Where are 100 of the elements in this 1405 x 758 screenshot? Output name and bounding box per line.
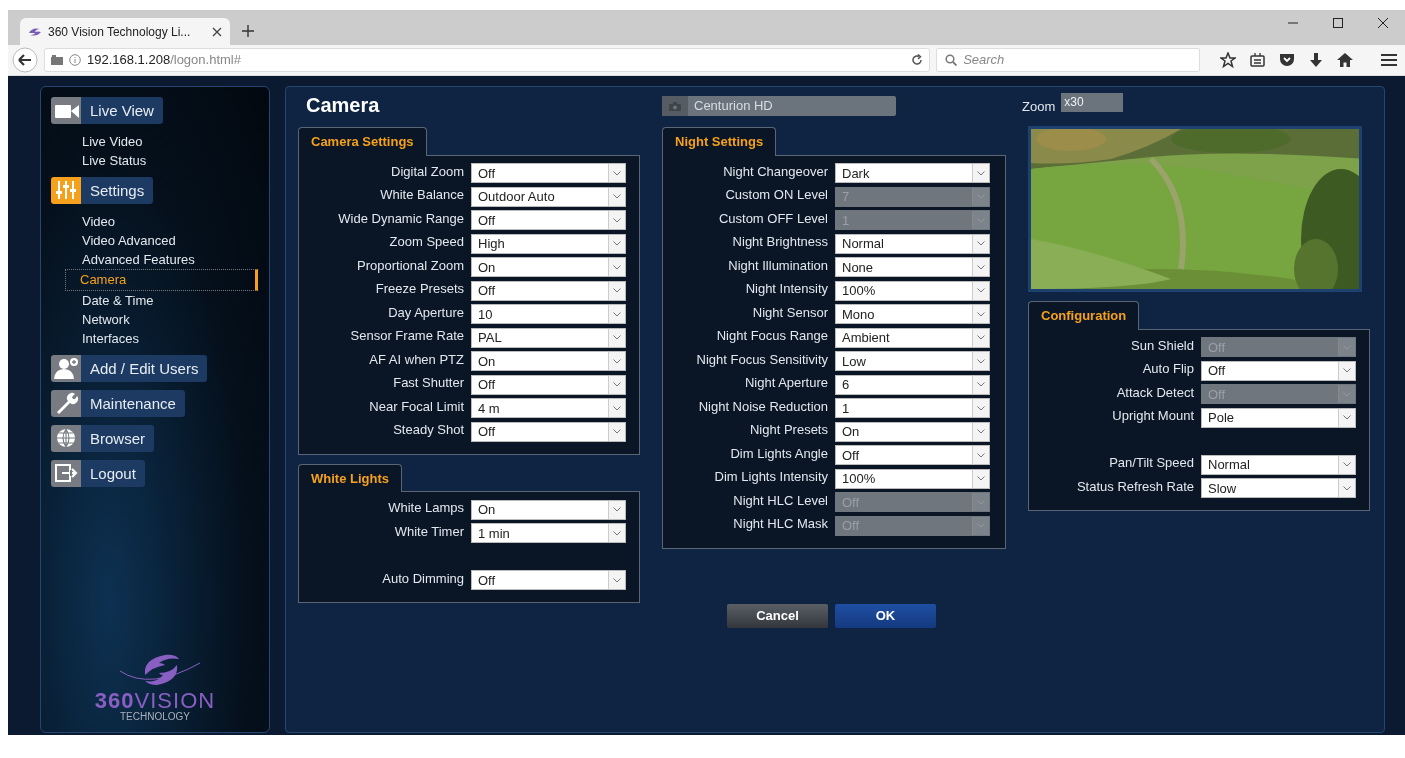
setting-label: Night Brightness	[731, 233, 829, 251]
sidebar-item[interactable]: Date & Time	[53, 290, 259, 311]
sidebar-item[interactable]: Interfaces	[53, 329, 259, 349]
reading-list-icon[interactable]	[1250, 53, 1265, 67]
dropdown[interactable]: Mono	[835, 304, 990, 325]
dropdown[interactable]: Off	[471, 280, 626, 301]
caret-icon	[977, 429, 985, 435]
back-icon[interactable]	[12, 47, 38, 73]
setting-label: Status Refresh Rate	[1075, 477, 1195, 496]
dropdown[interactable]: Off	[471, 210, 626, 231]
sidebar-item[interactable]: Advanced Features	[53, 250, 259, 270]
address-bar[interactable]: 192.168.1.208/logon.html#	[44, 48, 931, 72]
star-icon[interactable]	[1220, 52, 1236, 68]
caret-icon	[613, 335, 621, 341]
close-icon[interactable]	[1377, 18, 1388, 28]
dropdown[interactable]: Dark	[835, 163, 990, 184]
zoom-label: Zoom	[1022, 98, 1056, 116]
dropdown[interactable]: PAL	[471, 327, 626, 348]
setting-label: Dim Lights Angle	[729, 444, 829, 463]
caret-icon	[613, 288, 621, 294]
menu-button[interactable]: Add / Edit Users	[81, 354, 208, 382]
sidebar-item[interactable]: Video Advanced	[53, 230, 259, 251]
dropdown[interactable]: Off	[471, 374, 626, 395]
dropdown[interactable]: On	[835, 421, 990, 442]
dropdown[interactable]: Normal	[835, 233, 990, 254]
dropdown[interactable]: High	[471, 233, 626, 254]
browser-tab[interactable]: 360 Vision Technology Li...	[20, 18, 230, 45]
dropdown[interactable]: 10	[471, 304, 626, 325]
caret-icon	[613, 577, 621, 583]
caret-icon	[977, 476, 985, 482]
dropdown[interactable]: On	[471, 257, 626, 278]
menu-icon-tile[interactable]	[51, 354, 81, 382]
cancel-button[interactable]: Cancel	[727, 603, 828, 628]
caret-icon	[977, 217, 985, 223]
maximize-icon[interactable]	[1332, 18, 1343, 28]
dropdown[interactable]: 4 m	[471, 398, 626, 419]
menu-button[interactable]: Live View	[81, 97, 163, 124]
menu-button[interactable]: Browser	[81, 424, 154, 452]
zoom-field: x30	[1061, 93, 1124, 112]
menu-icon-tile[interactable]	[51, 424, 81, 452]
setting-label: Zoom Speed	[388, 233, 465, 251]
pocket-icon[interactable]	[1279, 53, 1295, 67]
caret-icon	[977, 523, 985, 529]
dropdown[interactable]: Outdoor Auto	[471, 186, 626, 207]
caret-icon	[1343, 415, 1351, 421]
search-field[interactable]: Search	[936, 48, 1200, 72]
page-title: Camera	[306, 93, 380, 117]
sidebar-item[interactable]: Network	[53, 310, 259, 330]
setting-label: Night Focus Range	[715, 327, 829, 345]
download-icon[interactable]	[1309, 52, 1323, 68]
dropdown[interactable]: 6	[835, 374, 990, 395]
setting-label: Attack Detect	[1115, 383, 1195, 402]
menu-button[interactable]: Settings	[81, 176, 154, 204]
setting-label: Wide Dynamic Range	[337, 209, 465, 228]
dropdown[interactable]: Off	[471, 421, 626, 442]
sidebar-item[interactable]: Live Video	[53, 132, 259, 152]
dropdown[interactable]: 1	[835, 398, 990, 419]
sidebar-item[interactable]: Live Status	[53, 151, 259, 171]
dropdown[interactable]: Normal	[1201, 454, 1356, 475]
caret-icon	[613, 530, 621, 536]
dropdown[interactable]: Low	[835, 351, 990, 372]
menu-icon-tile[interactable]	[51, 97, 81, 124]
caret-icon	[977, 452, 985, 458]
home-icon[interactable]	[1337, 53, 1353, 67]
dropdown[interactable]: Off	[471, 570, 626, 591]
page-icon	[51, 55, 63, 65]
dropdown[interactable]: Ambient	[835, 327, 990, 348]
sidebar-item[interactable]: Camera	[65, 269, 258, 291]
caret-icon	[977, 358, 985, 364]
menu-icon-tile[interactable]	[51, 176, 81, 204]
ok-button[interactable]: OK	[835, 603, 936, 628]
menu-button[interactable]: Logout	[81, 459, 145, 487]
dropdown[interactable]: Off	[835, 445, 990, 466]
setting-label: Night HLC Mask	[732, 515, 829, 533]
close-icon[interactable]	[212, 26, 222, 37]
caret-icon	[977, 335, 985, 341]
menu-icon-tile[interactable]	[51, 389, 81, 417]
dropdown[interactable]: 100%	[835, 280, 990, 301]
dropdown[interactable]: Off	[471, 163, 626, 184]
menu-button[interactable]: Maintenance	[81, 389, 185, 417]
menu-icon-tile[interactable]	[51, 459, 81, 487]
search-icon	[945, 54, 958, 66]
caret-icon	[613, 311, 621, 317]
sidebar-item[interactable]: Video	[53, 211, 259, 231]
dropdown[interactable]: 1 min	[471, 523, 626, 544]
dropdown[interactable]: Slow	[1201, 478, 1356, 499]
dropdown[interactable]: Off	[1201, 360, 1356, 381]
camera-icon	[669, 101, 681, 111]
reload-icon[interactable]	[911, 54, 924, 66]
caret-icon	[613, 507, 621, 513]
caret-icon	[1343, 462, 1351, 468]
setting-label: Night Presets	[748, 421, 829, 439]
dropdown[interactable]: On	[471, 351, 626, 372]
dropdown[interactable]: 100%	[835, 468, 990, 489]
caret-icon	[613, 241, 621, 247]
dropdown[interactable]: On	[471, 499, 626, 520]
dropdown[interactable]: Pole	[1201, 407, 1356, 428]
menu-icon[interactable]	[1381, 53, 1397, 67]
dropdown[interactable]: None	[835, 257, 990, 278]
new-tab-icon[interactable]	[242, 25, 254, 37]
